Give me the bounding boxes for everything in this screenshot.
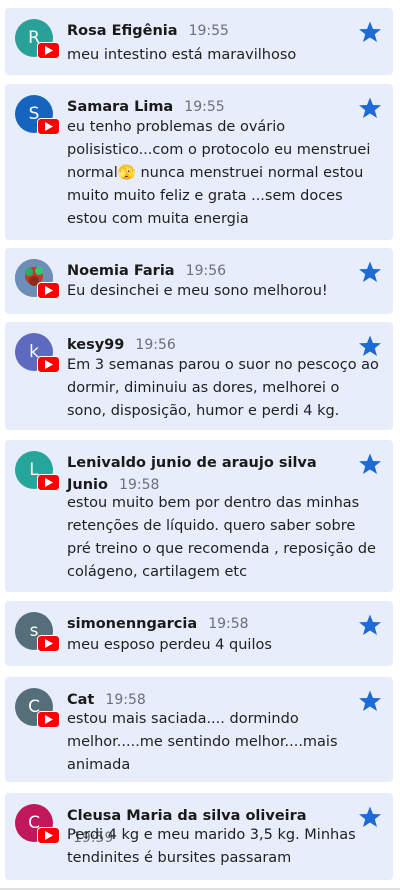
comment-time: 19:58 — [208, 616, 249, 632]
youtube-icon — [37, 474, 60, 491]
comment-time: 19:55 — [188, 23, 229, 39]
star-icon[interactable] — [358, 260, 382, 284]
comment-time: 19:55 — [184, 99, 225, 115]
youtube-icon — [37, 827, 60, 844]
comment-text: estou muito bem por dentro das minhas re… — [67, 495, 376, 580]
comment-text: meu intestino está maravilhoso — [67, 47, 297, 63]
author-name: Rosa Efigênia — [67, 23, 178, 39]
youtube-icon — [37, 282, 60, 299]
comment-text: estou mais saciada.... dormindo melhor..… — [67, 711, 338, 773]
comment-time: 19:56 — [135, 337, 176, 353]
comment-time: 19:56 — [185, 263, 227, 279]
comment-card[interactable]: L Lenivaldo junio de araujo silva Junio 1… — [5, 440, 393, 592]
comment-time: 19:58 — [119, 477, 160, 493]
star-icon[interactable] — [358, 20, 382, 44]
author-name: simonenngarcia — [67, 616, 198, 632]
comment-card[interactable]: Noemia Faria 19:56 Eu desinchei e meu son… — [5, 248, 393, 314]
comment-author: simonenngarcia 19:58 — [67, 613, 347, 635]
comment-card[interactable]: C Cleusa Maria da silva oliveira 19:59 Per… — [5, 793, 393, 880]
author-name: Samara Lima — [67, 99, 174, 115]
author-name: Noemia Faria — [67, 263, 175, 279]
star-icon[interactable] — [358, 334, 382, 358]
comment-list: R Rosa Efigênia 19:55 meu intestino está m… — [0, 0, 400, 890]
star-icon[interactable] — [358, 452, 382, 476]
author-name: kesy99 — [67, 337, 125, 353]
youtube-icon — [37, 635, 60, 652]
author-name: Cat — [67, 692, 95, 708]
comment-card[interactable]: s simonenngarcia 19:58 meu esposo perdeu 4… — [5, 601, 393, 666]
star-icon[interactable] — [358, 805, 382, 829]
comment-card[interactable]: S Samara Lima 19:55 eu tenho problemas de … — [5, 84, 393, 240]
comment-text: meu esposo perdeu 4 quilos — [67, 637, 272, 653]
star-icon[interactable] — [358, 613, 382, 637]
comment-card[interactable]: k kesy99 19:56 Em 3 semanas parou o suor n… — [5, 322, 393, 430]
comment-author: Samara Lima 19:55 — [67, 96, 347, 118]
youtube-icon — [37, 711, 60, 728]
youtube-icon — [37, 118, 60, 135]
comment-author: kesy99 19:56 — [67, 334, 347, 356]
comment-text: Em 3 semanas parou o suor no pescoço ao … — [67, 357, 379, 419]
comment-text: Perdi 4 kg e meu marido 3,5 kg. Minhas t… — [67, 827, 356, 866]
author-name: Lenivaldo junio de araujo silva Junio — [67, 455, 317, 493]
youtube-icon — [37, 356, 60, 373]
comment-time: 19:58 — [105, 692, 146, 708]
comment-card[interactable]: C Cat 19:58 estou mais saciada.... dormind… — [5, 677, 393, 782]
comment-author: Rosa Efigênia 19:55 — [67, 20, 347, 42]
comment-author: Noemia Faria 19:56 — [67, 260, 347, 282]
star-icon[interactable] — [358, 689, 382, 713]
comment-text: eu tenho problemas de ovário polisistico… — [67, 119, 371, 227]
youtube-icon — [37, 42, 60, 59]
star-icon[interactable] — [358, 96, 382, 120]
comment-card[interactable]: R Rosa Efigênia 19:55 meu intestino está m… — [5, 8, 393, 75]
author-name: Cleusa Maria da silva oliveira — [67, 808, 307, 824]
comment-text: Eu desinchei e meu sono melhorou! — [67, 283, 328, 299]
comment-author: Lenivaldo junio de araujo silva Junio 19… — [67, 452, 347, 496]
